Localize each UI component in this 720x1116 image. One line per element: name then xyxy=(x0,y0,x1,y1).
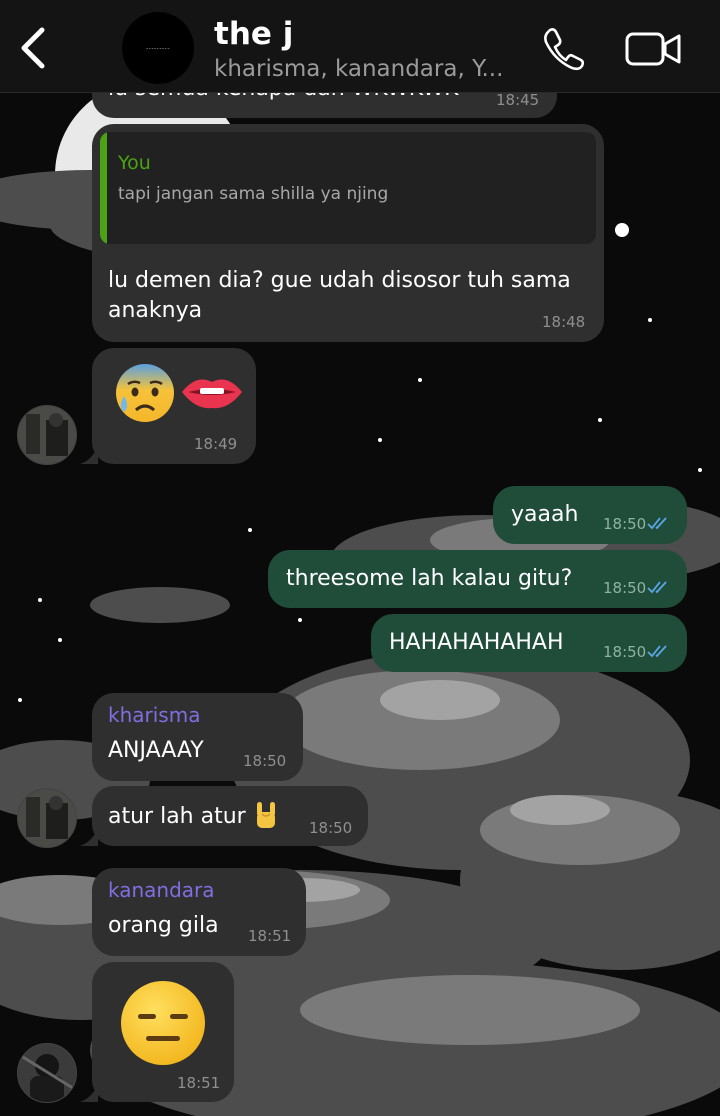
video-camera-icon xyxy=(625,32,681,66)
voice-call-button[interactable] xyxy=(540,24,588,72)
message-bubble[interactable]: atur lah atur 18:50 xyxy=(92,786,368,846)
sender-name[interactable]: kharisma xyxy=(108,703,200,727)
emoji-message-bubble[interactable]: 18:51 xyxy=(92,962,234,1102)
message-time: 18:50 xyxy=(603,579,647,597)
avatar-photo xyxy=(18,789,76,847)
message-text-line-2: anaknya xyxy=(108,298,203,323)
quote-sender: You xyxy=(118,152,151,174)
bubble-tail xyxy=(80,828,98,846)
chat-header: --------- the j kharisma, kanandara, Y..… xyxy=(0,0,720,93)
message-time: 18:50 xyxy=(603,643,647,661)
message-time: 18:51 xyxy=(248,927,292,945)
emoji-message-bubble[interactable]: 18:49 xyxy=(92,348,256,464)
read-receipt-icon xyxy=(647,581,667,594)
message-text: ANJAAAY xyxy=(108,738,204,763)
reply-message-bubble[interactable]: You tapi jangan sama shilla ya njing lu … xyxy=(92,124,604,342)
sign-of-the-horns-emoji xyxy=(257,802,275,828)
phone-icon xyxy=(544,28,585,71)
message-list[interactable]: lu semua kenapa dah WKWKWK 18:45 You tap… xyxy=(0,0,720,1116)
chevron-left-icon xyxy=(21,27,45,69)
group-avatar[interactable]: --------- xyxy=(122,12,194,84)
back-button[interactable] xyxy=(14,24,54,72)
message-text: atur lah atur xyxy=(108,804,246,829)
message-bubble[interactable]: kharisma ANJAAAY 18:50 xyxy=(92,693,303,781)
sender-avatar[interactable] xyxy=(17,788,77,848)
message-bubble[interactable]: kanandara orang gila 18:51 xyxy=(92,868,306,956)
expressionless-face-emoji xyxy=(121,981,205,1065)
quote-accent-bar xyxy=(100,132,107,244)
message-time: 18:50 xyxy=(309,819,353,837)
message-text: yaaah xyxy=(511,502,579,527)
message-time: 18:50 xyxy=(243,752,287,770)
outgoing-message-bubble[interactable]: threesome lah kalau gitu? 18:50 xyxy=(268,550,687,608)
sender-avatar[interactable] xyxy=(17,405,77,465)
message-text: orang gila xyxy=(108,913,219,938)
message-time: 18:50 xyxy=(603,515,647,533)
message-text: threesome lah kalau gitu? xyxy=(286,566,573,591)
quoted-message[interactable]: You tapi jangan sama shilla ya njing xyxy=(100,132,596,244)
group-avatar-logo: --------- xyxy=(146,44,170,52)
quote-text: tapi jangan sama shilla ya njing xyxy=(118,184,389,204)
video-call-button[interactable] xyxy=(624,28,684,70)
read-receipt-icon xyxy=(647,517,667,530)
bubble-tail xyxy=(80,446,98,464)
chat-title[interactable]: the j xyxy=(214,16,293,52)
biting-lip-emoji xyxy=(182,379,242,409)
bubble-tail xyxy=(80,1084,98,1102)
sender-name[interactable]: kanandara xyxy=(108,878,215,902)
chat-members[interactable]: kharisma, kanandara, Y... xyxy=(214,56,503,82)
sender-avatar[interactable] xyxy=(17,1043,77,1103)
read-receipt-icon xyxy=(647,645,667,658)
message-text-line-1: lu demen dia? gue udah disosor tuh sama xyxy=(108,268,571,293)
message-time: 18:49 xyxy=(194,435,238,453)
anxious-face-with-sweat-emoji xyxy=(116,364,174,422)
message-time: 18:51 xyxy=(177,1074,221,1092)
avatar-photo xyxy=(18,406,76,464)
avatar-photo xyxy=(18,1044,76,1102)
message-time: 18:45 xyxy=(496,91,540,109)
outgoing-message-bubble[interactable]: HAHAHAHAHAH 18:50 xyxy=(371,614,687,672)
outgoing-message-bubble[interactable]: yaaah 18:50 xyxy=(493,486,687,544)
message-time: 18:48 xyxy=(542,313,586,331)
message-text: HAHAHAHAHAH xyxy=(389,630,564,655)
